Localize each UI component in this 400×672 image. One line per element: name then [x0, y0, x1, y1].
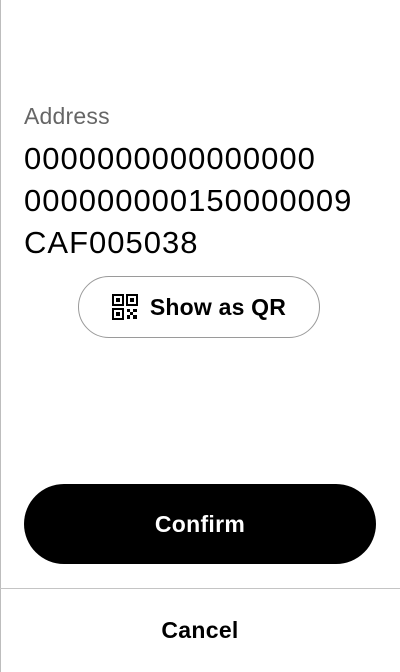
- show-as-qr-label: Show as QR: [149, 293, 287, 320]
- address-line-2: 000000000150000009: [24, 183, 353, 218]
- cancel-label: Cancel: [161, 617, 239, 643]
- confirm-button[interactable]: Confirm: [24, 484, 376, 564]
- qr-code-icon: [111, 294, 138, 320]
- address-line-3: CAF005038: [24, 225, 199, 260]
- address-value: 0000000000000000 000000000150000009 CAF0…: [24, 138, 384, 264]
- left-edge-divider: [0, 0, 1, 672]
- show-as-qr-button[interactable]: Show as QR: [78, 276, 320, 338]
- address-line-1: 0000000000000000: [24, 141, 316, 176]
- address-label: Address: [24, 103, 110, 129]
- confirm-label: Confirm: [154, 510, 246, 537]
- cancel-button[interactable]: Cancel: [0, 589, 400, 672]
